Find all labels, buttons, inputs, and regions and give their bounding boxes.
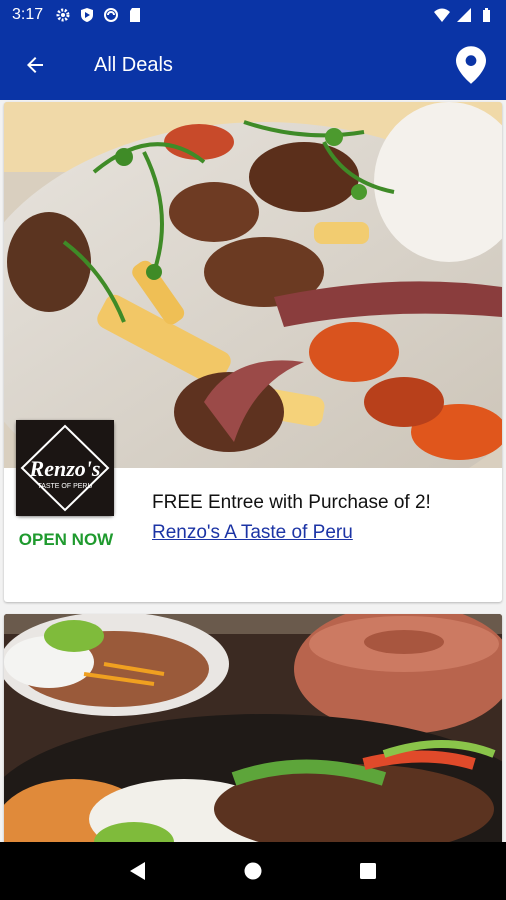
back-triangle-icon	[129, 862, 145, 880]
status-time: 3:17	[12, 6, 44, 23]
signal-icon	[457, 8, 471, 22]
restaurant-logo: Renzo's TASTE OF PERU	[16, 420, 114, 516]
nav-home-button[interactable]	[233, 851, 273, 891]
logo-text: Renzo's	[29, 456, 101, 481]
deal-card[interactable]	[4, 614, 502, 842]
page-title: All Deals	[94, 53, 173, 76]
shield-icon	[81, 8, 94, 22]
sync-icon	[104, 8, 119, 22]
sd-card-icon	[130, 8, 141, 22]
deal-image	[4, 614, 502, 842]
nav-back-button[interactable]	[118, 851, 158, 891]
app-bar: All Deals	[0, 30, 506, 100]
gear-icon	[56, 8, 70, 22]
logo-subtext: TASTE OF PERU	[37, 483, 92, 490]
deal-image	[4, 102, 502, 468]
deal-list[interactable]: Renzo's TASTE OF PERU OPEN NOW FREE Entr…	[0, 100, 506, 842]
home-circle-icon	[244, 862, 262, 880]
recents-square-icon	[360, 863, 377, 879]
status-right-icons	[434, 7, 494, 23]
arrow-left-icon	[27, 57, 43, 73]
deal-title: FREE Entree with Purchase of 2!	[152, 492, 431, 513]
status-icons	[55, 7, 143, 23]
battery-icon	[483, 8, 490, 22]
location-pin-icon	[456, 46, 486, 84]
nav-recents-button[interactable]	[348, 851, 388, 891]
restaurant-link[interactable]: Renzo's A Taste of Peru	[152, 522, 353, 544]
open-status: OPEN NOW	[18, 530, 114, 549]
deal-card[interactable]: Renzo's TASTE OF PERU OPEN NOW FREE Entr…	[4, 102, 502, 602]
status-bar: 3:17	[0, 0, 506, 30]
system-nav-bar	[0, 842, 506, 900]
wifi-icon	[434, 8, 450, 22]
location-button[interactable]	[436, 30, 506, 100]
back-button[interactable]	[0, 30, 70, 100]
